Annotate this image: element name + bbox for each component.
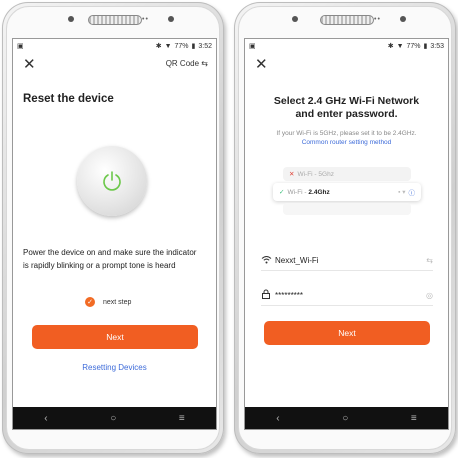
front-camera xyxy=(292,16,298,22)
wifi-icon xyxy=(261,255,275,266)
hint-text: If your Wi-Fi is 5GHz, please set it to … xyxy=(276,130,417,137)
home-icon[interactable]: ○ xyxy=(342,413,348,424)
info-icon: ⓘ xyxy=(408,190,416,197)
screen-reset-device: ▣ ✱ ▼ 77% ▮ 3:52 ✕ QR Code ⇆ Reset the d… xyxy=(12,38,217,430)
screen-select-wifi: ▣ ✱ ▼ 77% ▮ 3:53 ✕ Select 2.4 GHz Wi-Fi … xyxy=(244,38,449,430)
image-notification-icon: ▣ xyxy=(17,43,24,50)
checkbox-label: next step xyxy=(103,298,132,306)
android-nav-bar: ‹ ○ ≡ xyxy=(13,407,216,429)
password-field[interactable]: ********* ◎ xyxy=(261,285,433,306)
earpiece-speaker xyxy=(88,15,142,25)
device-illustration xyxy=(77,146,147,216)
network-name: Nexxt_Wi-Fi xyxy=(275,255,319,265)
close-icon[interactable]: ✕ xyxy=(255,55,268,73)
page-title: Select 2.4 GHz Wi-Fi Network and enter p… xyxy=(245,95,448,121)
swap-icon[interactable]: ⇆ xyxy=(426,256,433,265)
router-setting-link[interactable]: Common router setting method xyxy=(245,138,448,147)
cross-icon: ✕ xyxy=(289,171,295,178)
wifi-band-hint: If your Wi-Fi is 5GHz, please set it to … xyxy=(245,129,448,147)
android-nav-bar: ‹ ○ ≡ xyxy=(245,407,448,429)
phone-frame-right: •• ▣ ✱ ▼ 77% ▮ 3:53 ✕ Select 2.4 GHz Wi-… xyxy=(234,2,456,454)
resetting-devices-link[interactable]: Resetting Devices xyxy=(13,363,216,372)
front-camera xyxy=(68,16,74,22)
phone-frame-left: •• ▣ ✱ ▼ 77% ▮ 3:52 ✕ QR Code ⇆ Reset th… xyxy=(2,2,224,454)
eye-icon[interactable]: ◎ xyxy=(426,291,433,300)
phone-top-bezel: •• xyxy=(2,10,224,34)
check-icon[interactable]: ✓ xyxy=(85,297,95,307)
wifi-placeholder-row xyxy=(283,203,411,215)
page-title: Reset the device xyxy=(23,93,114,105)
wifi-signal-icon: ▼ xyxy=(396,42,404,50)
next-button[interactable]: Next xyxy=(32,325,198,349)
bluetooth-icon: ✱ xyxy=(387,43,394,50)
password-value: ********* xyxy=(275,290,304,300)
sensor-dots: •• xyxy=(142,16,149,23)
bluetooth-icon: ✱ xyxy=(155,43,162,50)
wifi-24ghz-prefix: Wi-Fi - xyxy=(287,188,307,196)
check-icon: ✓ xyxy=(279,189,285,196)
lock-icon: ▪ ▾ xyxy=(398,189,406,196)
status-time: 3:52 xyxy=(198,42,212,50)
title-line-2: and enter password. xyxy=(295,108,398,120)
reset-instructions: Power the device on and make sure the in… xyxy=(23,248,197,270)
recents-icon[interactable]: ≡ xyxy=(411,413,417,424)
next-step-checkbox-row[interactable]: ✓ next step xyxy=(85,297,131,307)
lock-icon xyxy=(261,289,275,301)
earpiece-speaker xyxy=(320,15,374,25)
wifi-signal-icon: ▼ xyxy=(164,42,172,50)
qr-code-button[interactable]: QR Code ⇆ xyxy=(166,59,208,68)
swap-icon: ⇆ xyxy=(201,59,208,68)
battery-percent: 77% xyxy=(174,42,189,50)
back-icon[interactable]: ‹ xyxy=(44,413,47,424)
wifi-5ghz-prefix: Wi-Fi - xyxy=(297,170,317,178)
home-icon[interactable]: ○ xyxy=(110,413,116,424)
phone-top-bezel: •• xyxy=(234,10,456,34)
power-icon xyxy=(103,171,121,191)
wifi-5ghz-example: ✕ Wi-Fi - 5Ghz xyxy=(283,167,411,181)
status-bar: ▣ ✱ ▼ 77% ▮ 3:53 xyxy=(245,39,448,53)
status-time: 3:53 xyxy=(430,42,444,50)
close-icon[interactable]: ✕ xyxy=(23,55,36,73)
battery-icon: ▮ xyxy=(423,43,428,50)
battery-icon: ▮ xyxy=(191,43,196,50)
proximity-sensor xyxy=(168,16,174,22)
status-bar: ▣ ✱ ▼ 77% ▮ 3:52 xyxy=(13,39,216,53)
sensor-dots: •• xyxy=(374,16,381,23)
wifi-network-field[interactable]: Nexxt_Wi-Fi ⇆ xyxy=(261,250,433,271)
wifi-5ghz-band: 5Ghz xyxy=(318,170,334,178)
battery-percent: 77% xyxy=(406,42,421,50)
back-icon[interactable]: ‹ xyxy=(276,413,279,424)
qr-code-label: QR Code xyxy=(165,59,200,68)
image-notification-icon: ▣ xyxy=(249,43,256,50)
next-button[interactable]: Next xyxy=(264,321,430,345)
title-line-1: Select 2.4 GHz Wi-Fi Network xyxy=(273,95,420,107)
wifi-24ghz-example: ✓ Wi-Fi - 2.4Ghz ▪ ▾ ⓘ xyxy=(273,183,421,201)
proximity-sensor xyxy=(400,16,406,22)
wifi-24ghz-band: 2.4Ghz xyxy=(308,188,330,196)
recents-icon[interactable]: ≡ xyxy=(179,413,185,424)
